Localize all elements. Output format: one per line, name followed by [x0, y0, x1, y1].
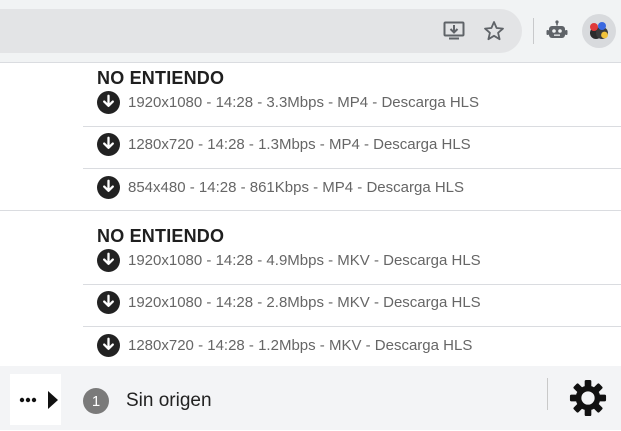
download-option[interactable]: 854x480 - 14:28 - 861Kbps - MP4 - Descar… — [83, 169, 621, 211]
more-play-icon — [19, 390, 58, 409]
settings-gear-icon[interactable] — [569, 379, 607, 417]
download-option-label: 1280x720 - 14:28 - 1.2Mbps - MKV - Desca… — [128, 337, 473, 354]
group-divider — [0, 210, 621, 211]
video-downloader-extension-icon[interactable] — [582, 14, 616, 48]
download-icon — [97, 334, 120, 357]
download-icon — [97, 133, 120, 156]
origin-label[interactable]: Sin origen — [126, 390, 212, 412]
download-option-label: 1920x1080 - 14:28 - 2.8Mbps - MKV - Desc… — [128, 294, 481, 311]
bookmark-star-icon[interactable] — [477, 14, 511, 48]
footer-separator — [547, 378, 548, 410]
download-option[interactable]: 1920x1080 - 14:28 - 4.9Mbps - MKV - Desc… — [83, 242, 621, 285]
download-option[interactable]: 1920x1080 - 14:28 - 3.3Mbps - MP4 - Desc… — [83, 84, 621, 127]
download-option-label: 1920x1080 - 14:28 - 4.9Mbps - MKV - Desc… — [128, 252, 481, 269]
toolbar-separator — [533, 18, 534, 44]
browser-toolbar — [0, 0, 621, 62]
download-option[interactable]: 1280x720 - 14:28 - 1.3Mbps - MP4 - Desca… — [83, 126, 621, 169]
download-icon — [97, 291, 120, 314]
download-icon — [97, 91, 120, 114]
popup-footer: 1 Sin origen — [0, 366, 621, 430]
download-icon — [97, 176, 120, 199]
robot-extension-icon[interactable] — [540, 14, 574, 48]
download-option[interactable]: 1920x1080 - 14:28 - 2.8Mbps - MKV - Desc… — [83, 284, 621, 327]
more-options-button[interactable] — [10, 374, 61, 425]
origin-count-badge: 1 — [83, 388, 109, 414]
download-icon — [97, 249, 120, 272]
install-app-icon[interactable] — [437, 14, 471, 48]
download-option[interactable]: 1280x720 - 14:28 - 1.2Mbps - MKV - Desca… — [83, 327, 621, 369]
download-option-label: 1280x720 - 14:28 - 1.3Mbps - MP4 - Desca… — [128, 136, 471, 153]
download-option-label: 1920x1080 - 14:28 - 3.3Mbps - MP4 - Desc… — [128, 94, 480, 111]
download-option-label: 854x480 - 14:28 - 861Kbps - MP4 - Descar… — [128, 179, 465, 196]
